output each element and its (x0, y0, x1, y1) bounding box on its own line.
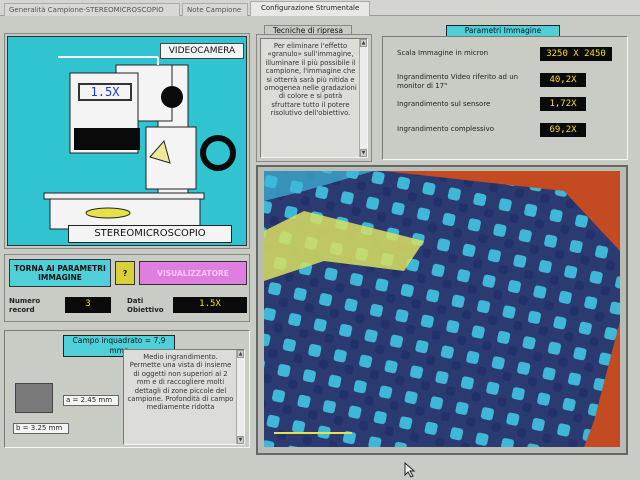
record-value: 3 (65, 297, 111, 313)
param-label-sensore: Ingrandimento sul sensore (397, 100, 491, 108)
campo-description-text: Medio ingrandimento. Permette una vista … (127, 353, 234, 412)
param-value-scala: 3250 X 2450 (540, 47, 612, 61)
parametri-panel: Scala Immagine in micron 3250 X 2450 Ing… (382, 36, 628, 160)
field-rectangle (15, 383, 53, 413)
param-label-scala: Scala Immagine in micron (397, 49, 489, 57)
videocamera-label: VIDEOCAMERA (160, 43, 244, 59)
zoom-value: 1.5X (90, 85, 120, 99)
microscope-illustration (43, 56, 236, 230)
help-button[interactable]: ? (115, 261, 135, 285)
back-to-parameters-button[interactable]: TORNA AI PARAMETRI IMMAGINE (9, 259, 111, 287)
scroll-up-icon[interactable]: ▲ (360, 39, 367, 47)
param-value-complessivo: 69,2X (540, 123, 586, 137)
tab-note-campione[interactable]: Note Campione (182, 3, 248, 16)
tecniche-scrollbar[interactable]: ▲ ▼ (359, 39, 367, 157)
tab-generalita[interactable]: Generalità Campione-STEREOMICROSCOPIO (4, 3, 180, 16)
param-label-video: Ingrandimento Video riferito ad un monit… (397, 73, 519, 90)
scroll-down-icon[interactable]: ▼ (360, 149, 367, 157)
zoom-display: 1.5X (78, 83, 132, 101)
record-label: Numero record (9, 297, 41, 314)
controls-panel: TORNA AI PARAMETRI IMMAGINE ? VISUALIZZA… (4, 254, 250, 322)
dimension-b: b = 3.25 mm (13, 423, 69, 434)
dimension-a: a = 2.45 mm (63, 395, 119, 406)
tecniche-panel: Per eliminare l'effetto «granulo» sull'i… (256, 34, 372, 162)
scroll-down-icon[interactable]: ▼ (237, 436, 244, 444)
mouse-pointer-icon (404, 462, 416, 478)
objective-label: Dati Obiettivo (127, 297, 164, 314)
image-viewer (256, 165, 628, 455)
tab-configurazione[interactable]: Configurazione Strumentale (250, 1, 370, 16)
sample-image (264, 171, 620, 447)
objective-value: 1.5X (173, 297, 247, 313)
tecniche-body: Per eliminare l'effetto «granulo» sull'i… (264, 42, 357, 118)
tecniche-text: Per eliminare l'effetto «granulo» sull'i… (260, 38, 368, 158)
campo-scrollbar[interactable]: ▲ ▼ (236, 350, 244, 444)
param-value-sensore: 1,72X (540, 97, 586, 111)
campo-description: Medio ingrandimento. Permette una vista … (123, 349, 245, 445)
instrument-label: STEREOMICROSCOPIO (68, 225, 232, 243)
viewer-button[interactable]: VISUALIZZATORE (139, 261, 247, 285)
tab-bar: Generalità Campione-STEREOMICROSCOPIO No… (0, 0, 640, 16)
scroll-up-icon[interactable]: ▲ (237, 350, 244, 358)
camera-diagram: VIDEOCAMERA 1.5X STEREOMICROSCOPIO (7, 36, 247, 246)
param-value-video: 40,2X (540, 73, 586, 87)
campo-panel: Campo inquadrato = 7,9 mmq a = 2.45 mm b… (4, 330, 250, 448)
param-label-complessivo: Ingrandimento complessivo (397, 125, 495, 133)
camera-panel: VIDEOCAMERA 1.5X STEREOMICROSCOPIO (4, 33, 250, 249)
